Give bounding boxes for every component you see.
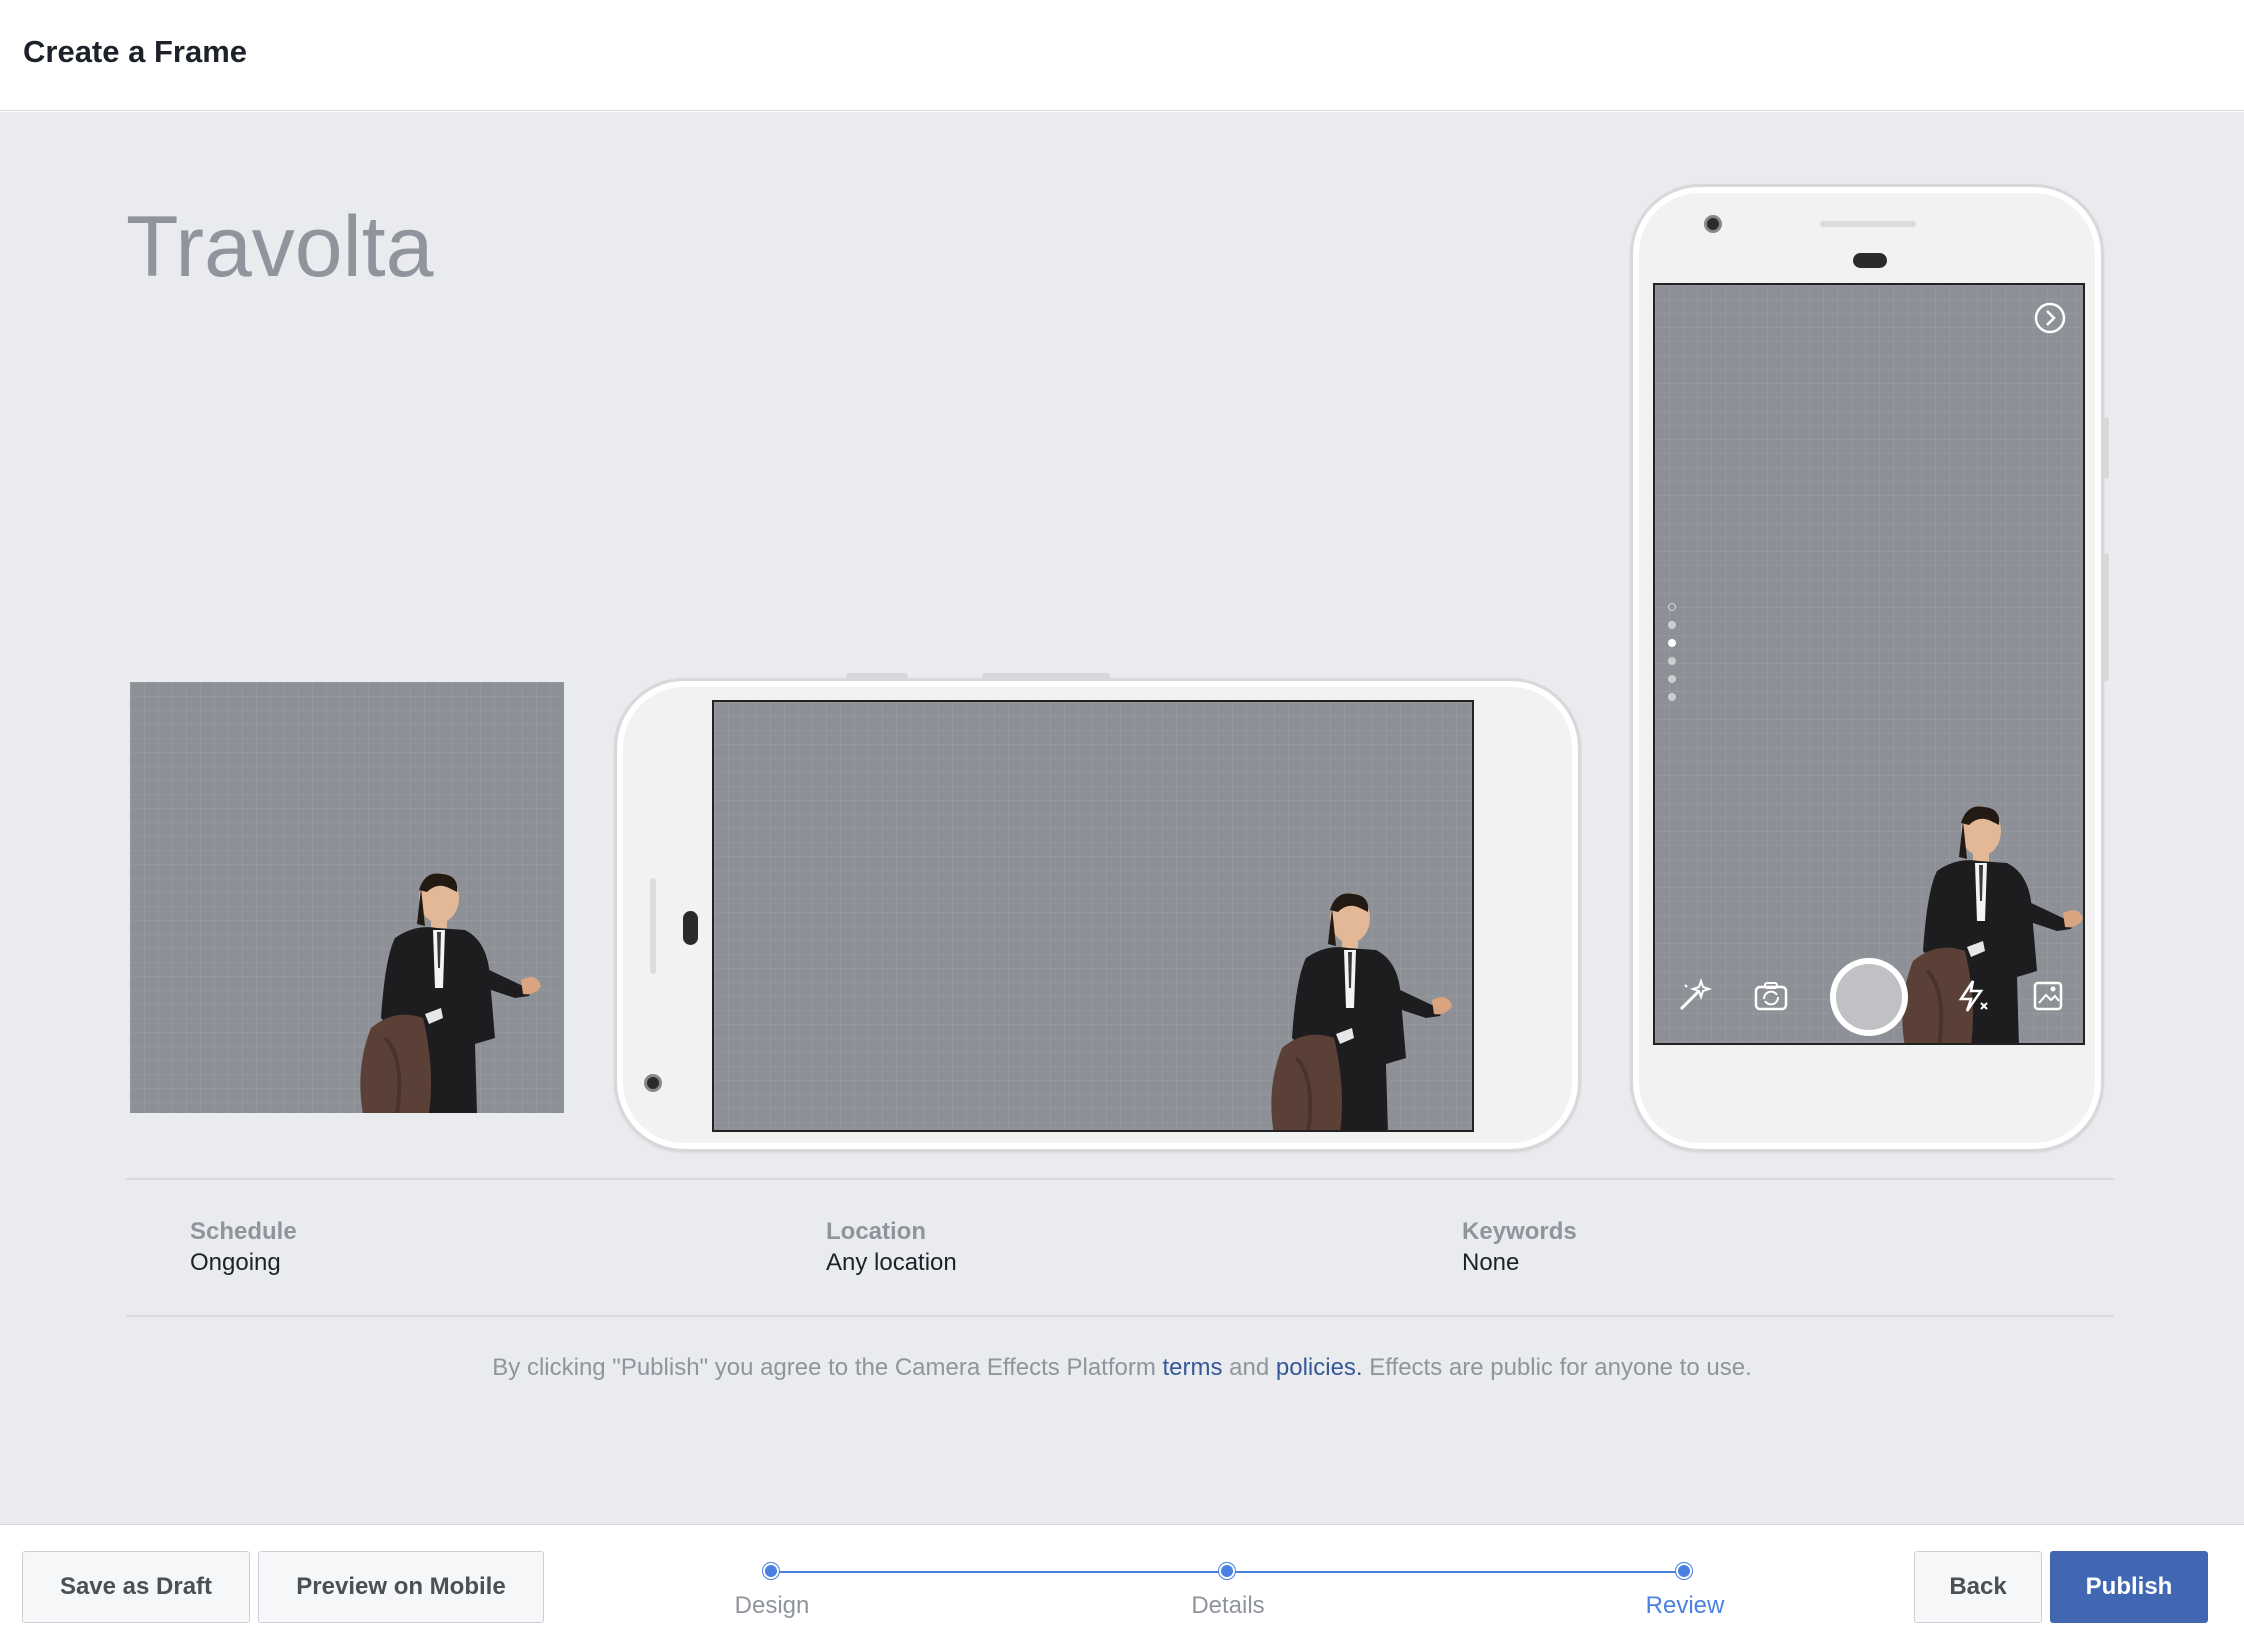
gallery-icon [2033,981,2063,1011]
square-preview [130,682,564,1113]
terms-notice: By clicking "Publish" you agree to the C… [0,1354,2244,1382]
step-dot-review[interactable] [1676,1563,1692,1579]
location-value: Any location [826,1249,957,1276]
camera-toolbar [1655,933,2083,1043]
terms-link[interactable]: terms [1163,1354,1223,1381]
effect-page-dots [1668,603,1678,711]
location-label: Location [826,1218,926,1245]
section-divider [126,1178,2114,1180]
schedule-label: Schedule [190,1218,297,1245]
back-button[interactable]: Back [1914,1551,2042,1623]
section-divider [126,1315,2114,1317]
frame-overlay-image [1271,893,1452,1130]
landscape-phone-preview [614,673,1581,1152]
flash-off-icon [1958,980,1988,1012]
terms-text: and [1222,1354,1276,1381]
schedule-value: Ongoing [190,1249,281,1276]
phone-sensor [1853,253,1887,268]
page-dot [1668,693,1676,701]
page-title: Create a Frame [23,34,248,69]
landscape-screen [712,700,1474,1132]
phone-side-button [982,673,1110,679]
shutter-button [1830,958,1908,1036]
phone-camera [644,1074,662,1092]
review-panel: Travolta Schedule Ongoing Location Any l… [0,112,2244,1524]
page-dot [1668,621,1676,629]
keywords-value: None [1462,1249,1520,1276]
page-dot [1668,657,1676,665]
frame-overlay-image [360,873,541,1113]
page-dot [1668,639,1676,647]
magic-wand-icon [1679,977,1713,1011]
policies-link[interactable]: policies. [1276,1354,1363,1381]
step-dot-details[interactable] [1219,1563,1235,1579]
phone-speaker [1820,221,1916,227]
phone-camera [1704,215,1722,233]
preview-mobile-button[interactable]: Preview on Mobile [258,1551,544,1623]
phone-side-button [846,673,908,679]
step-dot-design[interactable] [763,1563,779,1579]
step-details[interactable]: Details [1128,1592,1328,1620]
phone-side-button [2103,417,2109,479]
step-review[interactable]: Review [1585,1592,1785,1620]
switch-camera-icon [1754,982,1788,1011]
portrait-phone-preview [1630,184,2109,1152]
chevron-right-circle-icon [2034,302,2066,334]
page-dot [1668,603,1676,611]
portrait-screen [1653,283,2085,1045]
phone-sensor [683,911,698,945]
phone-side-button [2103,553,2109,681]
phone-speaker [650,878,656,974]
step-design[interactable]: Design [672,1592,872,1620]
terms-text: Effects are public for anyone to use. [1362,1354,1752,1381]
publish-button[interactable]: Publish [2050,1551,2208,1623]
footer-bar: Save as Draft Preview on Mobile Back Pub… [0,1524,2244,1644]
page-header: Create a Frame [0,0,2244,111]
terms-text: By clicking "Publish" you agree to the C… [492,1354,1163,1381]
keywords-label: Keywords [1462,1218,1577,1245]
page-dot [1668,675,1676,683]
save-draft-button[interactable]: Save as Draft [22,1551,250,1623]
frame-name: Travolta [126,199,434,295]
